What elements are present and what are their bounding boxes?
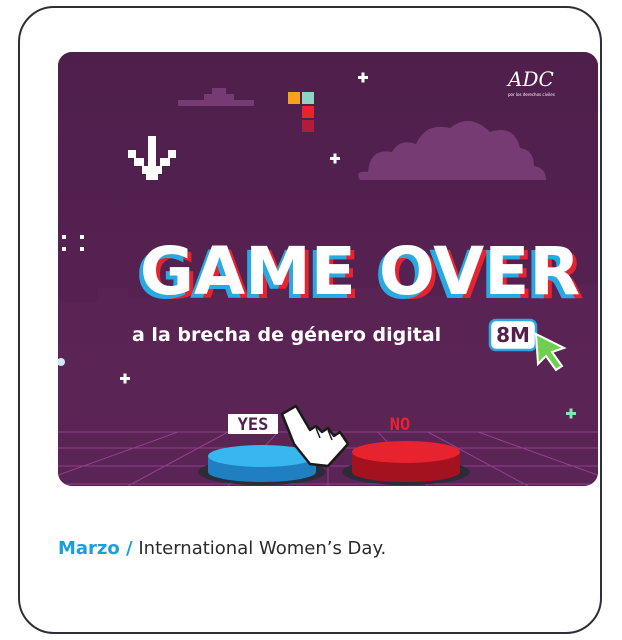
caption-event: International Women’s Day.	[138, 538, 387, 559]
svg-text:GAME OVER: GAME OVER	[140, 233, 580, 310]
badge-8m-label: 8M	[496, 323, 530, 347]
no-label: NO	[390, 415, 410, 435]
logo: ADC	[506, 67, 554, 91]
headline: GAME OVER GAME OVER GAME OVER	[136, 233, 584, 314]
no-button[interactable]	[342, 441, 470, 485]
subtitle: a la brecha de género digital	[132, 324, 441, 346]
logo-subtitle: por los derechos civiles	[508, 92, 555, 97]
yes-label: YES	[238, 415, 269, 435]
caption-month: Marzo /	[58, 538, 133, 559]
game-over-banner[interactable]: ADC por los derechos civiles GAME OVER G…	[58, 52, 598, 486]
caption: Marzo / International Women’s Day.	[58, 538, 386, 559]
banner-artwork: ADC por los derechos civiles GAME OVER G…	[58, 52, 598, 486]
